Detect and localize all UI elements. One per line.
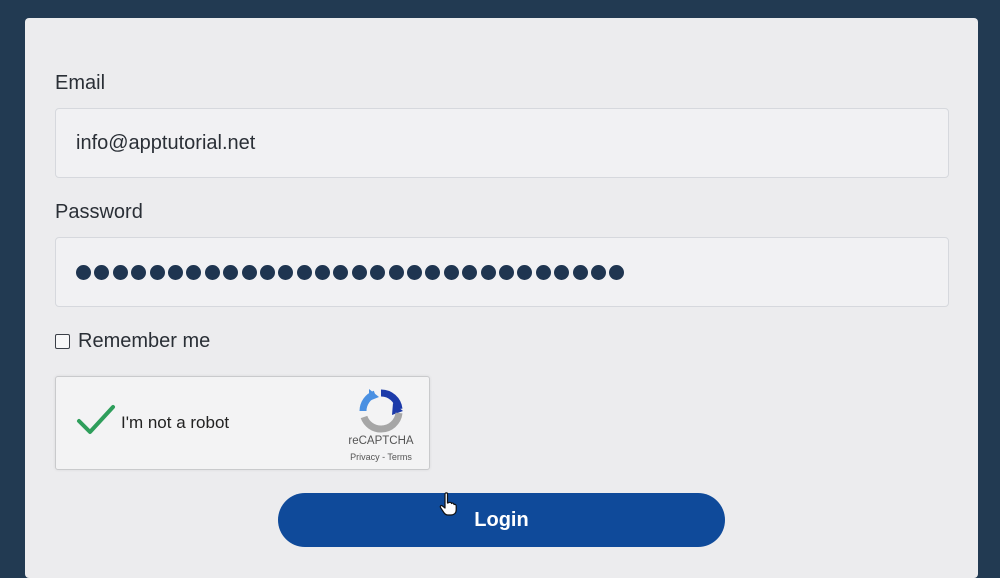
password-mask-dot xyxy=(517,264,533,280)
password-label: Password xyxy=(55,201,143,223)
password-mask-dot xyxy=(259,264,275,280)
password-mask xyxy=(76,264,628,280)
password-mask-dot xyxy=(131,264,147,280)
recaptcha-privacy-terms[interactable]: Privacy - Terms xyxy=(326,452,436,462)
password-mask-dot xyxy=(223,264,239,280)
login-button-label: Login xyxy=(474,508,529,531)
remember-me-toggle[interactable]: Remember me xyxy=(55,330,210,353)
login-card: Email info@apptutorial.net Password Reme… xyxy=(25,18,978,578)
remember-me-checkbox[interactable] xyxy=(55,334,70,349)
password-mask-dot xyxy=(204,264,220,280)
remember-me-label: Remember me xyxy=(78,330,211,352)
password-mask-dot xyxy=(167,264,183,280)
password-mask-dot xyxy=(498,264,514,280)
password-mask-dot xyxy=(315,264,331,280)
password-mask-dot xyxy=(425,264,441,280)
password-mask-dot xyxy=(333,264,349,280)
password-mask-dot xyxy=(609,264,625,280)
password-field[interactable] xyxy=(55,237,949,307)
password-mask-dot xyxy=(407,264,423,280)
checkmark-icon[interactable] xyxy=(76,403,116,439)
recaptcha-label: I'm not a robot xyxy=(121,413,230,432)
password-mask-dot xyxy=(186,264,202,280)
email-value: info@apptutorial.net xyxy=(76,131,256,154)
password-mask-dot xyxy=(480,264,496,280)
email-field[interactable]: info@apptutorial.net xyxy=(55,108,949,178)
password-mask-dot xyxy=(572,264,588,280)
password-mask-dot xyxy=(554,264,570,280)
password-mask-dot xyxy=(296,264,312,280)
password-mask-dot xyxy=(590,264,606,280)
recaptcha-widget[interactable]: I'm not a robot reCAPTCHA Privacy - Term… xyxy=(55,376,430,470)
recaptcha-brand: reCAPTCHA xyxy=(348,435,414,447)
password-mask-dot xyxy=(241,264,257,280)
password-mask-dot xyxy=(462,264,478,280)
password-mask-dot xyxy=(443,264,459,280)
password-mask-dot xyxy=(535,264,551,280)
password-mask-dot xyxy=(112,264,128,280)
password-mask-dot xyxy=(351,264,367,280)
password-mask-dot xyxy=(94,264,110,280)
password-mask-dot xyxy=(370,264,386,280)
recaptcha-logo-icon xyxy=(359,389,403,433)
password-mask-dot xyxy=(388,264,404,280)
password-mask-dot xyxy=(278,264,294,280)
email-label: Email xyxy=(55,72,106,94)
password-mask-dot xyxy=(149,264,165,280)
login-button[interactable]: Login xyxy=(278,493,725,547)
hand-cursor-icon xyxy=(439,492,457,516)
password-mask-dot xyxy=(76,264,91,280)
